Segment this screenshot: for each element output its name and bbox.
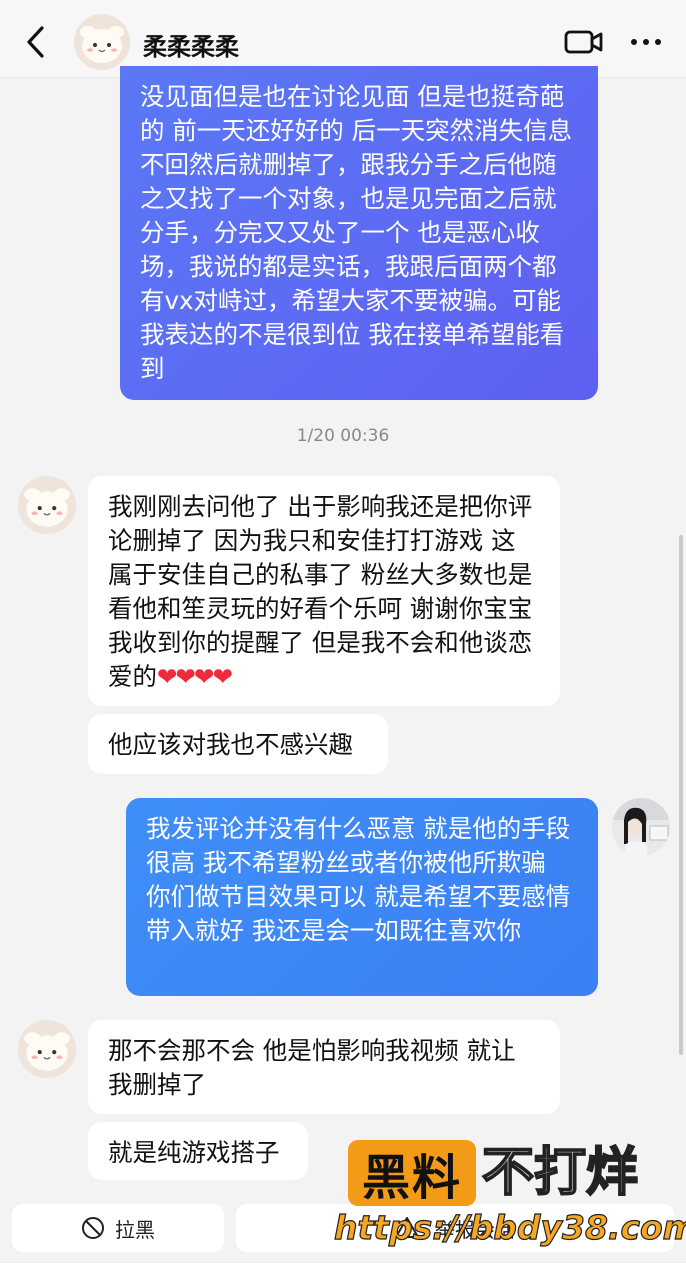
chevron-left-icon — [27, 26, 44, 58]
message-text: 他应该对我也不感兴趣 — [108, 730, 353, 759]
heart-emojis: ❤❤❤❤ — [157, 662, 233, 691]
more-dots-icon — [631, 39, 661, 45]
block-icon — [82, 1217, 104, 1239]
message-bubble-outgoing[interactable]: 我发评论并没有什么恶意 就是他的手段很高 我不希望粉丝或者你被他所欺骗 你们做节… — [126, 798, 598, 996]
block-label: 拉黑 — [115, 1217, 155, 1242]
scrollbar[interactable] — [679, 535, 683, 1055]
self-avatar[interactable] — [612, 798, 670, 856]
contact-avatar[interactable] — [18, 476, 76, 534]
block-button[interactable]: 拉黑 — [12, 1204, 224, 1252]
message-bubble-incoming[interactable]: 就是纯游戏搭子 — [88, 1122, 308, 1180]
input-bar-edge — [0, 1262, 686, 1280]
message-text: 那不会那不会 他是怕影响我视频 就让我删掉了 — [108, 1036, 516, 1099]
message-bubble-outgoing[interactable]: 没见面但是也在讨论见面 但是也挺奇葩的 前一天还好好的 后一天突然消失信息不回然… — [120, 66, 598, 400]
watermark-url: https://bbdy38.com — [333, 1207, 686, 1247]
contact-avatar[interactable] — [18, 1020, 76, 1078]
message-text: 没见面但是也在讨论见面 但是也挺奇葩的 前一天还好好的 后一天突然消失信息不回然… — [140, 82, 573, 383]
watermark-side-text: 不打烊 — [481, 1142, 639, 1204]
message-bubble-incoming[interactable]: 他应该对我也不感兴趣 — [88, 714, 388, 774]
contact-avatar[interactable] — [74, 14, 130, 70]
video-camera-icon — [564, 30, 603, 54]
contact-name[interactable]: 柔柔柔柔 — [143, 27, 239, 62]
message-text: 就是纯游戏搭子 — [108, 1138, 280, 1167]
message-timestamp: 1/20 00:36 — [296, 426, 390, 446]
watermark-logo-box: 黑料 — [348, 1140, 476, 1206]
message-text: 我发评论并没有什么恶意 就是他的手段很高 我不希望粉丝或者你被他所欺骗 你们做节… — [146, 814, 571, 945]
video-call-button[interactable] — [562, 24, 606, 60]
back-button[interactable] — [18, 22, 52, 62]
message-bubble-incoming[interactable]: 我刚刚去问他了 出于影响我还是把你评论删掉了 因为我只和安佳打打游戏 这属于安佳… — [88, 476, 560, 706]
watermark-box-text: 黑料 — [361, 1150, 462, 1206]
more-options-button[interactable] — [626, 24, 666, 60]
message-bubble-incoming[interactable]: 那不会那不会 他是怕影响我视频 就让我删掉了 — [88, 1020, 560, 1114]
